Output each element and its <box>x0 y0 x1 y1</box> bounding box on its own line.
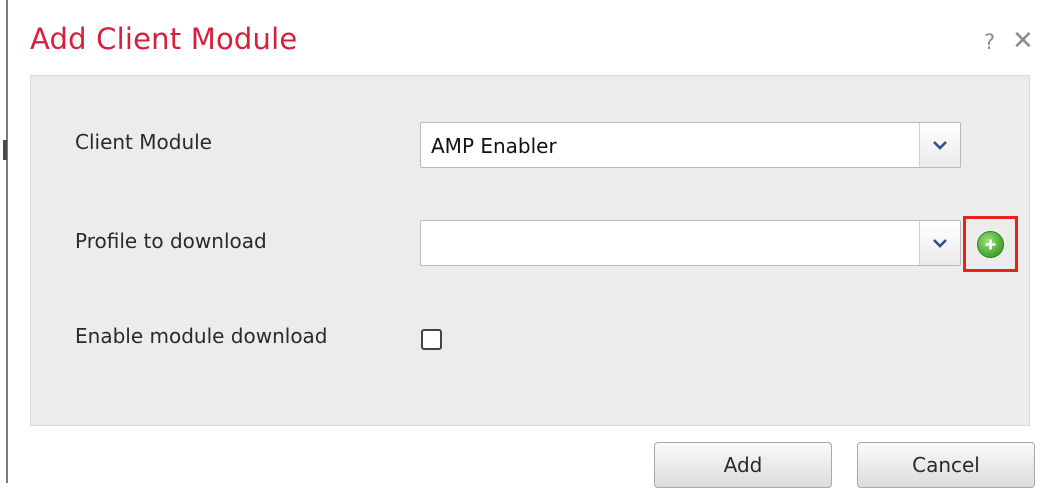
window-edge-marker <box>3 140 7 160</box>
profile-label: Profile to download <box>75 229 267 253</box>
help-icon[interactable]: ? <box>984 30 995 54</box>
client-module-value: AMP Enabler <box>431 134 557 158</box>
client-module-select[interactable]: AMP Enabler <box>420 122 961 168</box>
close-icon[interactable]: ✕ <box>1012 26 1034 56</box>
client-module-label: Client Module <box>75 130 212 154</box>
window-left-border <box>6 0 8 483</box>
dialog-title: Add Client Module <box>30 22 298 56</box>
enable-download-checkbox[interactable] <box>421 329 442 350</box>
add-button[interactable]: Add <box>654 442 832 488</box>
cancel-button[interactable]: Cancel <box>857 442 1035 488</box>
profile-select[interactable] <box>420 220 961 266</box>
plus-circle-icon <box>977 230 1004 258</box>
add-profile-button[interactable] <box>963 216 1018 272</box>
chevron-down-icon[interactable] <box>919 123 960 167</box>
enable-download-label: Enable module download <box>75 324 328 348</box>
chevron-down-icon[interactable] <box>919 221 960 265</box>
